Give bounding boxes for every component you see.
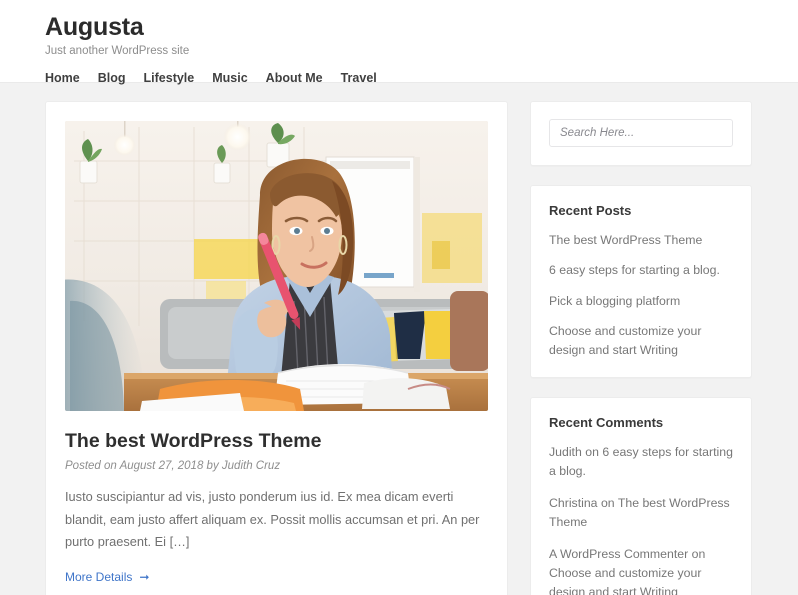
list-item: Judith on 6 easy steps for starting a bl… bbox=[549, 443, 733, 481]
comment-on: on bbox=[691, 547, 706, 562]
comment-author[interactable]: Judith bbox=[549, 445, 582, 459]
arrow-right-icon: ➞ bbox=[139, 569, 150, 584]
post-meta: Posted on August 27, 2018 by Judith Cruz bbox=[65, 460, 488, 472]
list-item[interactable]: The best WordPress Theme bbox=[549, 231, 733, 249]
sidebar: Recent Posts The best WordPress Theme 6 … bbox=[530, 101, 752, 595]
list-item: A WordPress Commenter on Choose and cust… bbox=[549, 545, 733, 595]
nav-item-music[interactable]: Music bbox=[212, 69, 265, 87]
post-title[interactable]: The best WordPress Theme bbox=[65, 429, 488, 453]
post-card: The best WordPress Theme Posted on Augus… bbox=[45, 101, 508, 595]
recent-comments-list: Judith on 6 easy steps for starting a bl… bbox=[549, 443, 733, 595]
search-input[interactable] bbox=[549, 119, 733, 147]
comment-author[interactable]: Christina bbox=[549, 496, 598, 510]
nav-item-about-me[interactable]: About Me bbox=[266, 69, 341, 87]
post-author[interactable]: Judith Cruz bbox=[222, 460, 280, 472]
post-meta-by: by bbox=[206, 460, 219, 473]
recent-posts-title: Recent Posts bbox=[549, 203, 632, 218]
recent-posts-list: The best WordPress Theme 6 easy steps fo… bbox=[549, 231, 733, 359]
post-meta-prefix: Posted on bbox=[65, 460, 117, 473]
nav-item-blog[interactable]: Blog bbox=[98, 69, 144, 87]
comment-on: on bbox=[600, 496, 615, 511]
site-tagline: Just another WordPress site bbox=[45, 44, 190, 57]
recent-comments-widget: Recent Comments Judith on 6 easy steps f… bbox=[530, 397, 752, 595]
recent-comments-title: Recent Comments bbox=[549, 415, 664, 431]
comment-post[interactable]: Choose and customize your design and sta… bbox=[549, 566, 701, 595]
nav-item-lifestyle[interactable]: Lifestyle bbox=[144, 69, 213, 87]
main-content: The best WordPress Theme Posted on Augus… bbox=[45, 101, 508, 595]
list-item[interactable]: Choose and customize your design and sta… bbox=[549, 322, 733, 359]
post-date[interactable]: August 27, 2018 bbox=[120, 460, 204, 472]
more-details-link[interactable]: More Details ➞ bbox=[65, 570, 149, 584]
comment-author[interactable]: A WordPress Commenter bbox=[549, 547, 688, 561]
featured-image[interactable] bbox=[65, 121, 488, 411]
more-details-label: More Details bbox=[65, 569, 133, 584]
nav-item-home[interactable]: Home bbox=[45, 69, 98, 87]
site-title[interactable]: Augusta bbox=[45, 13, 753, 42]
page-container: The best WordPress Theme Posted on Augus… bbox=[0, 83, 798, 595]
list-item[interactable]: 6 easy steps for starting a blog. bbox=[549, 261, 733, 279]
search-widget bbox=[530, 101, 752, 166]
nav-item-travel[interactable]: Travel bbox=[341, 69, 395, 87]
comment-on: on bbox=[585, 445, 599, 460]
list-item[interactable]: Pick a blogging platform bbox=[549, 292, 733, 310]
list-item: Christina on The best WordPress Theme bbox=[549, 494, 733, 532]
post-excerpt: Iusto suscipiantur ad vis, justo ponderu… bbox=[65, 489, 480, 550]
site-header: Augusta Just another WordPress site Home… bbox=[0, 0, 798, 85]
recent-posts-widget: Recent Posts The best WordPress Theme 6 … bbox=[530, 185, 752, 379]
